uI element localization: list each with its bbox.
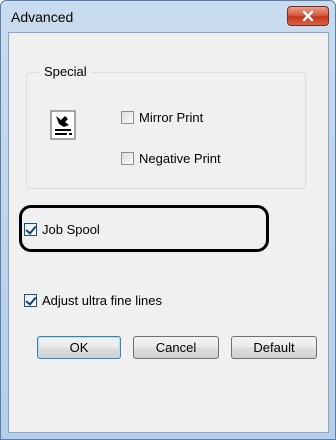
job-spool-label: Job Spool [42, 222, 100, 237]
adjust-lines-box[interactable] [24, 294, 37, 307]
default-button[interactable]: Default [231, 336, 317, 359]
adjust-lines-checkbox[interactable]: Adjust ultra fine lines [24, 293, 162, 308]
special-group-label: Special [40, 64, 91, 79]
job-spool-box[interactable] [24, 223, 37, 236]
job-spool-checkbox[interactable]: Job Spool [24, 222, 100, 237]
negative-print-checkbox[interactable]: Negative Print [121, 151, 221, 166]
close-button[interactable] [287, 6, 329, 26]
title-bar[interactable]: Advanced [1, 1, 335, 33]
close-icon [302, 10, 314, 22]
cancel-button[interactable]: Cancel [133, 336, 219, 359]
mirror-print-checkbox[interactable]: Mirror Print [121, 110, 203, 125]
mirror-print-box[interactable] [121, 111, 134, 124]
ok-button[interactable]: OK [37, 336, 121, 359]
negative-print-box[interactable] [121, 152, 134, 165]
mirror-print-label: Mirror Print [139, 110, 204, 125]
dialog-title: Advanced [11, 9, 74, 25]
negative-print-label: Negative Print [139, 151, 221, 166]
adjust-lines-label: Adjust ultra fine lines [42, 293, 162, 308]
printer-icon [50, 110, 76, 143]
